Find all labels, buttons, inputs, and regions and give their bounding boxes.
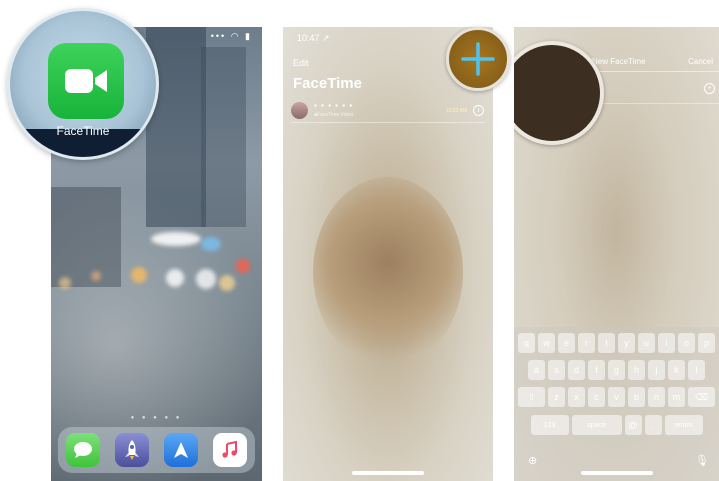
- home-indicator[interactable]: [352, 471, 424, 475]
- shift-key[interactable]: ⇧: [518, 387, 545, 407]
- cancel-button[interactable]: Cancel: [688, 57, 713, 66]
- status-bar-icons: ••• ◠ ▮: [210, 31, 252, 41]
- numbers-key[interactable]: 123: [530, 415, 569, 435]
- key-l[interactable]: l: [688, 360, 705, 380]
- add-icon[interactable]: [460, 41, 496, 77]
- facetime-list-panel: 10:47 ↗ Edit FaceTime ▪ ▪ ▪ ▪ ▪ ▪ ■FaceT…: [283, 27, 493, 481]
- return-key[interactable]: return: [664, 415, 703, 435]
- keyboard-row-3-letters: zxcvbnm: [548, 387, 685, 407]
- add-button-magnifier[interactable]: [446, 27, 510, 91]
- dot-key[interactable]: .: [644, 415, 662, 435]
- keyboard-row-2: asdfghjkl: [514, 360, 719, 380]
- key-k[interactable]: k: [668, 360, 685, 380]
- recent-call-row[interactable]: ▪ ▪ ▪ ▪ ▪ ▪ ■FaceTime Video 10:33 AM i: [291, 99, 485, 123]
- key-o[interactable]: o: [678, 333, 695, 353]
- key-c[interactable]: c: [588, 387, 605, 407]
- key-x[interactable]: x: [568, 387, 585, 407]
- blurred-face: [313, 177, 463, 367]
- key-j[interactable]: j: [648, 360, 665, 380]
- key-n[interactable]: n: [648, 387, 665, 407]
- key-r[interactable]: r: [578, 333, 595, 353]
- info-icon[interactable]: i: [473, 105, 484, 116]
- avatar: [291, 102, 308, 119]
- keyboard-row-4: 123 space @ . return: [514, 415, 719, 435]
- key-w[interactable]: w: [538, 333, 555, 353]
- delete-key[interactable]: ⌫: [688, 387, 715, 407]
- call-type-label: ■FaceTime Video: [314, 112, 354, 118]
- edit-button[interactable]: Edit: [293, 58, 309, 68]
- key-g[interactable]: g: [608, 360, 625, 380]
- status-time: 10:47 ↗: [297, 33, 330, 43]
- new-facetime-title: New FaceTime: [592, 57, 646, 66]
- home-indicator[interactable]: [580, 471, 653, 475]
- key-y[interactable]: y: [618, 333, 635, 353]
- rocket-icon[interactable]: [114, 433, 149, 467]
- at-key[interactable]: @: [624, 415, 642, 435]
- music-icon[interactable]: [213, 433, 248, 467]
- key-i[interactable]: i: [658, 333, 675, 353]
- keyboard: qwertyuiop asdfghjkl ⇧ zxcvbnm ⌫ 123 spa…: [514, 327, 719, 481]
- key-u[interactable]: u: [638, 333, 655, 353]
- key-q[interactable]: q: [518, 333, 535, 353]
- navigation-icon[interactable]: [164, 433, 199, 467]
- globe-icon[interactable]: ⊕: [528, 454, 537, 467]
- key-f[interactable]: f: [588, 360, 605, 380]
- microphone-icon[interactable]: 🎙: [695, 454, 709, 467]
- key-v[interactable]: v: [608, 387, 625, 407]
- keyboard-row-1: qwertyuiop: [514, 333, 719, 353]
- key-t[interactable]: t: [598, 333, 615, 353]
- facetime-app-label: FaceTime: [56, 124, 110, 138]
- facetime-app-magnifier: FaceTime: [7, 8, 159, 160]
- key-a[interactable]: a: [528, 360, 545, 380]
- page-indicator[interactable]: ● ● ● ● ●: [51, 415, 262, 421]
- key-d[interactable]: d: [568, 360, 585, 380]
- page-title: FaceTime: [293, 75, 362, 92]
- key-z[interactable]: z: [548, 387, 565, 407]
- keyboard-row-3: ⇧ zxcvbnm ⌫: [514, 387, 719, 407]
- key-h[interactable]: h: [628, 360, 645, 380]
- facetime-app-icon[interactable]: [48, 43, 124, 119]
- space-key[interactable]: space: [571, 415, 622, 435]
- key-e[interactable]: e: [558, 333, 575, 353]
- contact-name: ▪ ▪ ▪ ▪ ▪ ▪: [314, 101, 354, 110]
- key-s[interactable]: s: [548, 360, 565, 380]
- dock: [58, 427, 255, 473]
- key-p[interactable]: p: [698, 333, 715, 353]
- messages-icon[interactable]: [65, 433, 100, 467]
- add-contact-button[interactable]: +: [704, 83, 715, 94]
- call-time: 10:33 AM: [445, 108, 467, 114]
- key-b[interactable]: b: [628, 387, 645, 407]
- new-facetime-panel: New FaceTime Cancel + qwertyuiop asdfghj…: [514, 27, 719, 481]
- key-m[interactable]: m: [668, 387, 685, 407]
